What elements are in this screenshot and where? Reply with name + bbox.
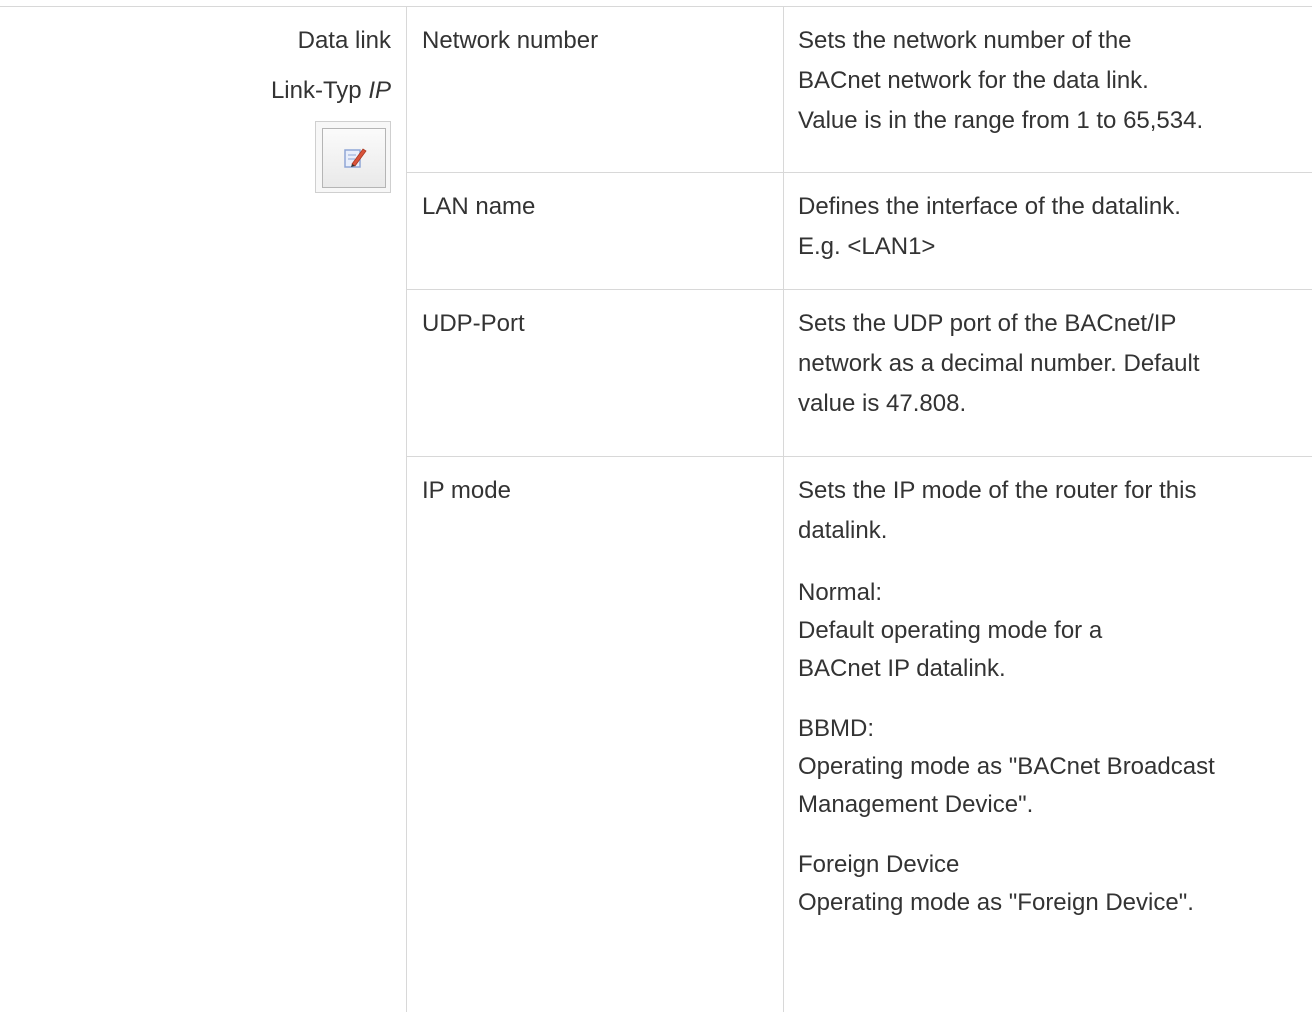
mode-desc-line: Management Device". bbox=[798, 791, 1034, 818]
desc-line: datalink. bbox=[798, 517, 888, 544]
mode-normal: Normal: Default operating mode for a BAC… bbox=[798, 578, 1312, 702]
table-row: Network number Sets the network number o… bbox=[407, 7, 1312, 173]
data-link-title: Data link bbox=[297, 27, 391, 54]
param-desc: Sets the IP mode of the router for this … bbox=[784, 457, 1312, 1012]
param-name: UDP-Port bbox=[407, 290, 784, 456]
param-name-text: Network number bbox=[422, 27, 599, 54]
desc-line: E.g. <LAN1> bbox=[798, 233, 936, 260]
link-type-label: Link-Typ IP bbox=[271, 76, 391, 106]
table-row: LAN name Defines the interface of the da… bbox=[407, 173, 1312, 290]
table-row: IP mode Sets the IP mode of the router f… bbox=[407, 457, 1312, 1012]
desc-line: Value is in the range from 1 to 65,534. bbox=[798, 107, 1204, 134]
mode-bbmd: BBMD: Operating mode as "BACnet Broadcas… bbox=[798, 714, 1312, 838]
link-type-text: Link-Typ bbox=[270, 77, 362, 104]
page: Data link Link-Typ IP Network number Set… bbox=[0, 0, 1312, 1012]
edit-icon bbox=[344, 148, 367, 168]
left-column: Data link Link-Typ IP bbox=[0, 7, 407, 1012]
param-name: IP mode bbox=[407, 457, 784, 1012]
edit-button[interactable] bbox=[315, 121, 391, 193]
mode-foreign-device: Foreign Device Operating mode as "Foreig… bbox=[798, 850, 1312, 936]
edit-button-face[interactable] bbox=[322, 128, 386, 188]
param-desc: Defines the interface of the datalink. E… bbox=[784, 173, 1312, 289]
param-desc: Sets the network number of the BACnet ne… bbox=[784, 7, 1312, 172]
mode-desc-line: Operating mode as "Foreign Device". bbox=[798, 889, 1194, 916]
param-name-text: UDP-Port bbox=[422, 310, 525, 337]
link-type-value: IP bbox=[368, 77, 391, 104]
mode-desc-line: BACnet IP datalink. bbox=[798, 655, 1006, 682]
parameter-table: Network number Sets the network number o… bbox=[407, 7, 1312, 1012]
table-row: UDP-Port Sets the UDP port of the BACnet… bbox=[407, 290, 1312, 457]
param-name-text: LAN name bbox=[422, 193, 536, 220]
desc-line: value is 47.808. bbox=[798, 390, 967, 417]
param-name: LAN name bbox=[407, 173, 784, 289]
param-name: Network number bbox=[407, 7, 784, 172]
param-desc: Sets the UDP port of the BACnet/IP netwo… bbox=[784, 290, 1312, 456]
param-name-text: IP mode bbox=[422, 477, 511, 504]
